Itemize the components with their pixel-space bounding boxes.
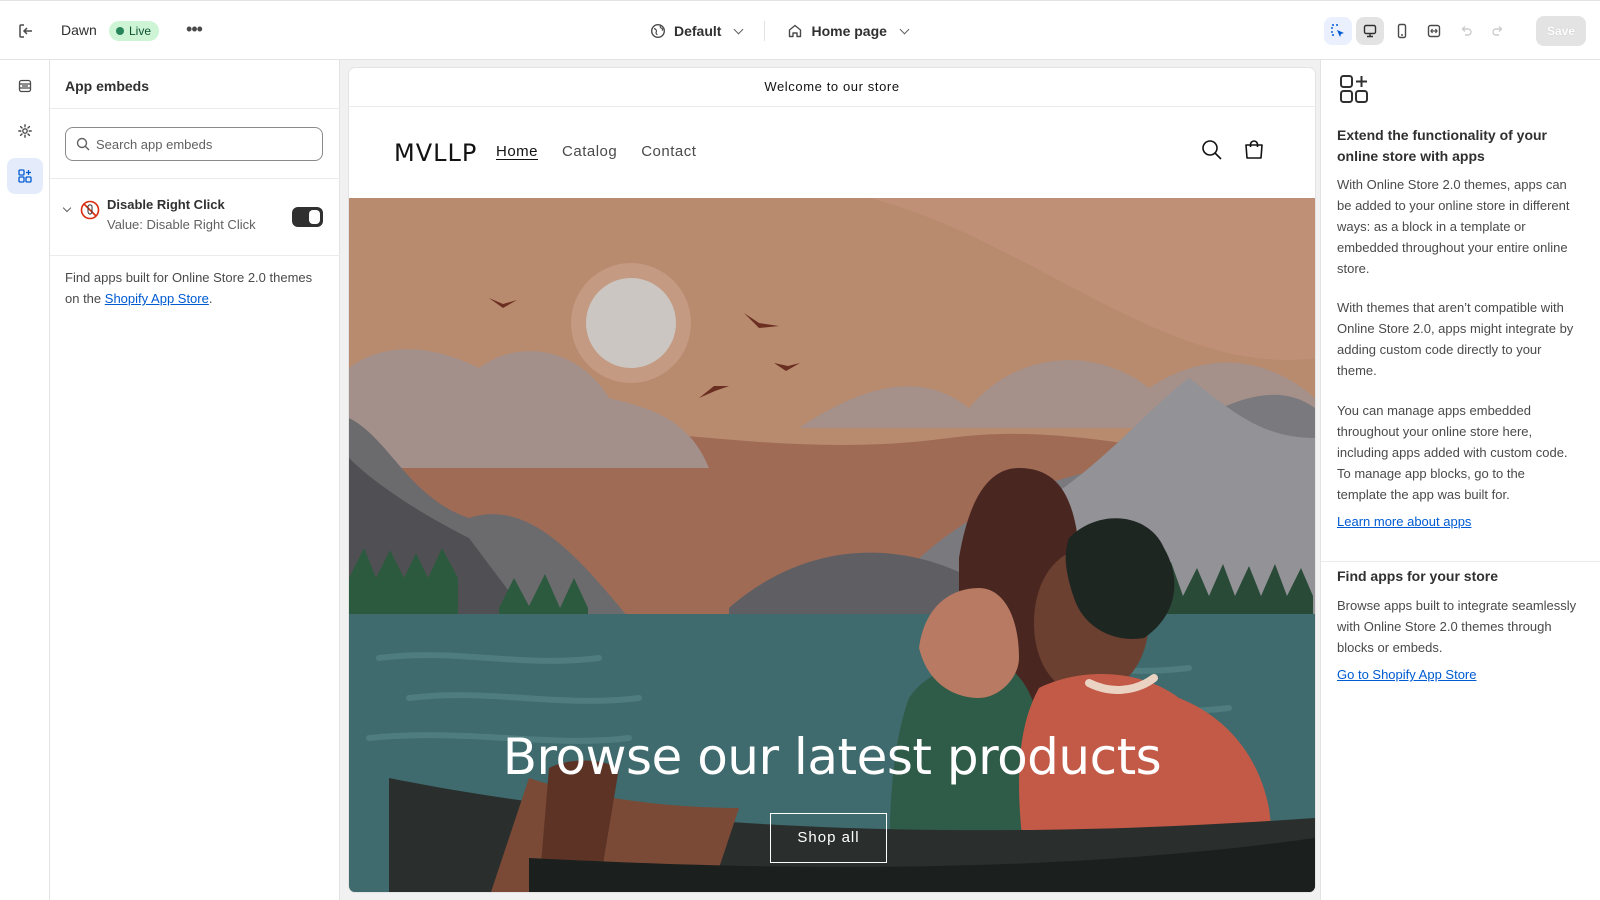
preview-selectors: Default Home page: [640, 17, 918, 45]
mobile-view-button[interactable]: [1388, 17, 1416, 45]
hero-banner: Browse our latest products Shop all: [349, 198, 1315, 892]
live-status-badge: Live: [109, 21, 160, 41]
sidebar-item-theme-settings[interactable]: [7, 113, 43, 149]
divider: [1321, 561, 1600, 562]
nav-link-home[interactable]: Home: [496, 143, 538, 160]
store-nav: Home Catalog Contact: [496, 143, 696, 160]
search-icon[interactable]: [1201, 139, 1223, 161]
desktop-view-button[interactable]: [1356, 17, 1384, 45]
divider: [50, 108, 340, 109]
chevron-down-icon: [899, 24, 910, 34]
learn-more-apps-link[interactable]: Learn more about apps: [1337, 514, 1471, 529]
apps-icon: [18, 169, 32, 183]
nav-link-catalog[interactable]: Catalog: [562, 143, 617, 160]
apps-icon: [1340, 75, 1368, 103]
search-input[interactable]: [96, 136, 296, 152]
save-button[interactable]: Save: [1536, 16, 1586, 46]
redo-icon: [1492, 26, 1503, 36]
more-actions-button[interactable]: •••: [182, 19, 206, 43]
find-apps-text: Find apps built for Online Store 2.0 the…: [65, 267, 327, 309]
announcement-bar: Welcome to our store: [349, 68, 1315, 107]
store-logo[interactable]: MVLLP: [394, 139, 477, 167]
search-icon: [76, 137, 90, 151]
inspector-icon: [1331, 24, 1344, 37]
mobile-icon: [1397, 23, 1407, 39]
info-paragraph: With themes that aren’t compatible with …: [1337, 300, 1574, 378]
find-apps-end: .: [208, 291, 213, 306]
app-embed-item: Disable Right Click Value: Disable Right…: [60, 195, 330, 245]
disable-right-click-app-icon: [80, 200, 100, 223]
sidebar-rail: [0, 60, 50, 900]
fullscreen-view-button[interactable]: [1420, 17, 1448, 45]
home-icon: [789, 24, 802, 38]
gear-icon: [18, 124, 32, 138]
hero-illustration: [349, 198, 1315, 892]
info-paragraph: Browse apps built to integrate seamlessl…: [1337, 598, 1577, 655]
page-dropdown[interactable]: Home page: [777, 23, 917, 39]
view-dropdown[interactable]: Default: [640, 23, 752, 39]
hero-title: Browse our latest products: [502, 728, 1162, 786]
globe-icon: [650, 23, 666, 39]
toolbar-actions: Save: [1324, 16, 1586, 46]
desktop-icon: [1363, 24, 1377, 38]
top-bar: Dawn Live ••• Default Home page Save: [0, 0, 1600, 60]
panel-title: App embeds: [65, 78, 150, 94]
shopify-app-store-link[interactable]: Go to Shopify App Store: [1337, 667, 1476, 682]
app-embed-toggle[interactable]: [292, 207, 323, 227]
sections-icon: [18, 79, 32, 93]
divider: [50, 178, 340, 179]
app-embed-name: Disable Right Click: [107, 197, 225, 212]
shop-all-button[interactable]: Shop all: [770, 813, 887, 863]
chevron-down-icon[interactable]: [62, 203, 72, 213]
redo-button[interactable]: [1484, 17, 1512, 45]
shopify-app-store-link[interactable]: Shopify App Store: [105, 291, 209, 306]
find-apps-heading: Find apps for your store: [1337, 568, 1499, 584]
sidebar-item-app-embeds[interactable]: [7, 158, 43, 194]
undo-icon: [1461, 26, 1472, 36]
divider: [764, 21, 766, 41]
app-embeds-panel: App embeds Disable Right Click Value: Di…: [50, 60, 340, 900]
page-dropdown-label: Home page: [811, 23, 887, 39]
search-box[interactable]: [65, 127, 323, 161]
divider: [50, 255, 340, 256]
nav-link-contact[interactable]: Contact: [641, 143, 696, 160]
info-paragraph: You can manage apps embedded throughout …: [1337, 403, 1568, 502]
info-paragraph: With Online Store 2.0 themes, apps can b…: [1337, 177, 1570, 276]
undo-button[interactable]: [1452, 17, 1480, 45]
chevron-down-icon: [734, 24, 744, 34]
header-icons: [1201, 139, 1265, 161]
info-panel: Extend the functionality of your online …: [1320, 60, 1600, 900]
sidebar-item-sections[interactable]: [7, 68, 43, 104]
app-embed-value: Value: Disable Right Click: [107, 217, 256, 232]
fullscreen-icon: [1427, 24, 1441, 38]
info-heading: Extend the functionality of your online …: [1337, 127, 1548, 164]
inspector-button[interactable]: [1324, 17, 1352, 45]
theme-name: Dawn: [61, 22, 97, 38]
view-dropdown-label: Default: [674, 23, 722, 39]
store-preview: Welcome to our store MVLLP Home Catalog …: [349, 68, 1315, 892]
exit-icon[interactable]: [14, 19, 38, 43]
cart-icon[interactable]: [1243, 139, 1265, 161]
store-header: MVLLP Home Catalog Contact: [349, 107, 1315, 197]
